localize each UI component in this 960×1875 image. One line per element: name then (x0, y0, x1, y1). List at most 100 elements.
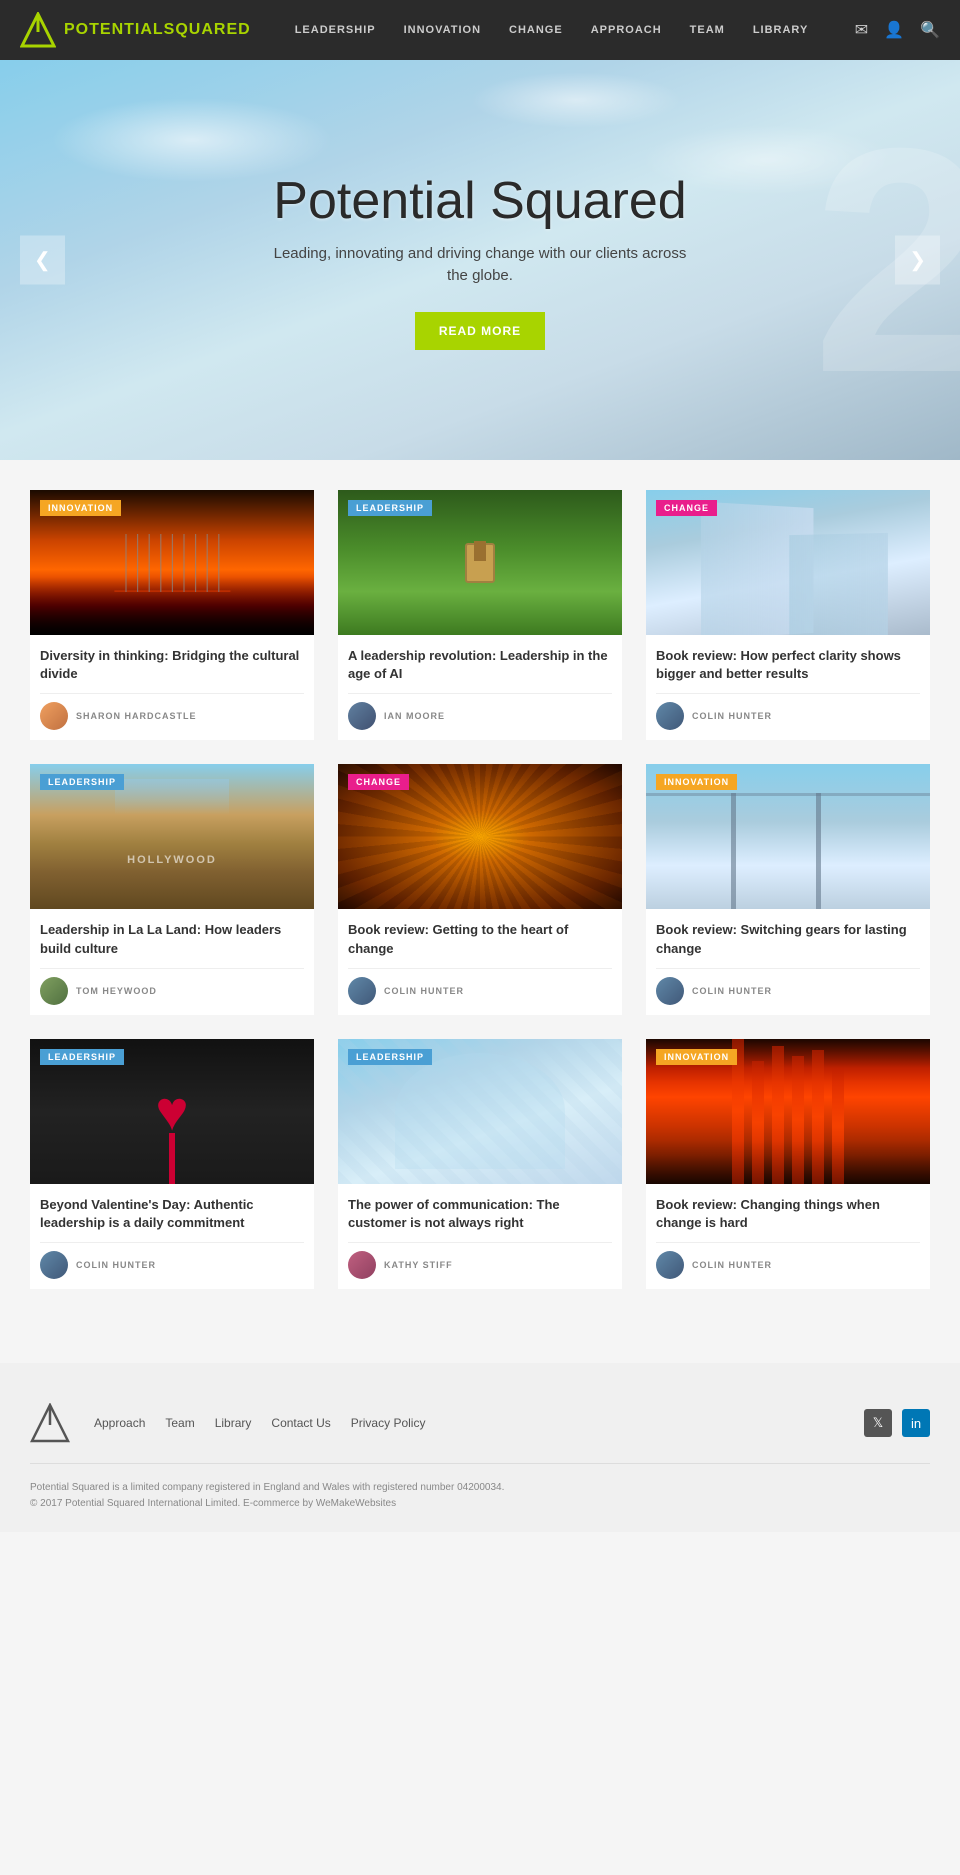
card-8-author: KATHY STIFF (348, 1242, 612, 1279)
card-3[interactable]: CHANGE Book review: How perfect clarity … (646, 490, 930, 740)
card-7-tag: LEADERSHIP (40, 1049, 124, 1065)
search-icon[interactable]: 🔍 (920, 20, 940, 40)
nav-link-team[interactable]: TEAM (676, 4, 739, 56)
card-9-title: Book review: Changing things when change… (656, 1196, 920, 1232)
cards-row-1: INNOVATION Diversity in thinking: Bridgi… (30, 490, 930, 740)
card-6[interactable]: INNOVATION Book review: Switching gears … (646, 764, 930, 1014)
card-2-author-name: IAN MOORE (384, 711, 445, 721)
card-6-author-name: COLIN HUNTER (692, 986, 772, 996)
card-8-tag: LEADERSHIP (348, 1049, 432, 1065)
hero-title: Potential Squared (270, 171, 690, 231)
footer-link-approach[interactable]: Approach (94, 1416, 145, 1430)
hero-content: Potential Squared Leading, innovating an… (270, 171, 690, 350)
footer-link-privacy[interactable]: Privacy Policy (351, 1416, 426, 1430)
nav-links: LEADERSHIP INNOVATION CHANGE APPROACH TE… (281, 4, 855, 56)
nav-icons: ✉ 👤 🔍 (855, 20, 940, 40)
card-5[interactable]: CHANGE Book review: Getting to the heart… (338, 764, 622, 1014)
logo-text: POTENTIALSQUARED (64, 21, 251, 39)
card-1-tag: INNOVATION (40, 500, 121, 516)
nav-link-library[interactable]: LIBRARY (739, 4, 822, 56)
footer-social: 𝕏 in (864, 1409, 930, 1437)
card-9-tag: INNOVATION (656, 1049, 737, 1065)
card-3-author: COLIN HUNTER (656, 693, 920, 730)
card-1-author: SHARON HARDCASTLE (40, 693, 304, 730)
card-4-title: Leadership in La La Land: How leaders bu… (40, 921, 304, 957)
nav-link-innovation[interactable]: INNOVATION (390, 4, 495, 56)
footer-divider (30, 1463, 930, 1464)
mail-icon[interactable]: ✉ (855, 20, 868, 40)
card-3-title: Book review: How perfect clarity shows b… (656, 647, 920, 683)
card-8-image: LEADERSHIP (338, 1039, 622, 1184)
footer: Approach Team Library Contact Us Privacy… (0, 1363, 960, 1532)
cards-row-3: ♥ LEADERSHIP Beyond Valentine's Day: Aut… (30, 1039, 930, 1289)
card-7-body: Beyond Valentine's Day: Authentic leader… (30, 1184, 314, 1289)
card-5-body: Book review: Getting to the heart of cha… (338, 909, 622, 1014)
logo-icon (20, 12, 56, 48)
card-2-title: A leadership revolution: Leadership in t… (348, 647, 612, 683)
card-1-title: Diversity in thinking: Bridging the cult… (40, 647, 304, 683)
card-3-author-name: COLIN HUNTER (692, 711, 772, 721)
footer-copyright-1: Potential Squared is a limited company r… (30, 1480, 930, 1496)
nav-link-approach[interactable]: APPROACH (577, 4, 676, 56)
nav-link-change[interactable]: CHANGE (495, 4, 577, 56)
navigation: POTENTIALSQUARED LEADERSHIP INNOVATION C… (0, 0, 960, 60)
footer-logo-icon (30, 1403, 70, 1443)
card-4[interactable]: HOLLYWOOD LEADERSHIP Leadership in La La… (30, 764, 314, 1014)
card-2-body: A leadership revolution: Leadership in t… (338, 635, 622, 740)
card-9-author: COLIN HUNTER (656, 1242, 920, 1279)
card-2-tag: LEADERSHIP (348, 500, 432, 516)
nav-link-leadership[interactable]: LEADERSHIP (281, 4, 390, 56)
card-4-avatar (40, 977, 68, 1005)
content-section: INNOVATION Diversity in thinking: Bridgi… (0, 490, 960, 1353)
card-8-author-name: KATHY STIFF (384, 1260, 453, 1270)
card-5-title: Book review: Getting to the heart of cha… (348, 921, 612, 957)
card-9-body: Book review: Changing things when change… (646, 1184, 930, 1289)
footer-link-team[interactable]: Team (165, 1416, 194, 1430)
card-1-avatar (40, 702, 68, 730)
hero-subtitle: Leading, innovating and driving change w… (270, 243, 690, 288)
footer-links: Approach Team Library Contact Us Privacy… (94, 1416, 840, 1430)
card-3-tag: CHANGE (656, 500, 717, 516)
card-6-author: COLIN HUNTER (656, 968, 920, 1005)
hero-cta-button[interactable]: READ MORE (415, 312, 545, 350)
footer-top: Approach Team Library Contact Us Privacy… (30, 1403, 930, 1443)
user-icon[interactable]: 👤 (884, 20, 904, 40)
card-9-avatar (656, 1251, 684, 1279)
card-3-image: CHANGE (646, 490, 930, 635)
card-7-author-name: COLIN HUNTER (76, 1260, 156, 1270)
card-1-body: Diversity in thinking: Bridging the cult… (30, 635, 314, 740)
card-2[interactable]: LEADERSHIP A leadership revolution: Lead… (338, 490, 622, 740)
hero-prev-button[interactable]: ❮ (20, 236, 65, 285)
card-5-avatar (348, 977, 376, 1005)
card-4-author: TOM HEYWOOD (40, 968, 304, 1005)
card-8-title: The power of communication: The customer… (348, 1196, 612, 1232)
card-1[interactable]: INNOVATION Diversity in thinking: Bridgi… (30, 490, 314, 740)
card-9[interactable]: INNOVATION Book review: Changing things … (646, 1039, 930, 1289)
card-8-body: The power of communication: The customer… (338, 1184, 622, 1289)
card-8[interactable]: LEADERSHIP The power of communication: T… (338, 1039, 622, 1289)
linkedin-icon[interactable]: in (902, 1409, 930, 1437)
card-4-body: Leadership in La La Land: How leaders bu… (30, 909, 314, 1014)
hero-next-button[interactable]: ❯ (895, 236, 940, 285)
card-5-tag: CHANGE (348, 774, 409, 790)
twitter-icon[interactable]: 𝕏 (864, 1409, 892, 1437)
card-6-avatar (656, 977, 684, 1005)
card-9-image: INNOVATION (646, 1039, 930, 1184)
footer-link-library[interactable]: Library (215, 1416, 252, 1430)
card-5-author: COLIN HUNTER (348, 968, 612, 1005)
card-1-image: INNOVATION (30, 490, 314, 635)
footer-copyright-2: © 2017 Potential Squared International L… (30, 1496, 930, 1512)
card-7[interactable]: ♥ LEADERSHIP Beyond Valentine's Day: Aut… (30, 1039, 314, 1289)
card-6-image: INNOVATION (646, 764, 930, 909)
card-7-title: Beyond Valentine's Day: Authentic leader… (40, 1196, 304, 1232)
card-4-image: HOLLYWOOD LEADERSHIP (30, 764, 314, 909)
footer-link-contact[interactable]: Contact Us (271, 1416, 330, 1430)
card-6-title: Book review: Switching gears for lasting… (656, 921, 920, 957)
nav-logo[interactable]: POTENTIALSQUARED (20, 12, 251, 48)
card-3-body: Book review: How perfect clarity shows b… (646, 635, 930, 740)
card-2-avatar (348, 702, 376, 730)
card-4-tag: LEADERSHIP (40, 774, 124, 790)
card-7-image: ♥ LEADERSHIP (30, 1039, 314, 1184)
card-5-author-name: COLIN HUNTER (384, 986, 464, 996)
card-6-body: Book review: Switching gears for lasting… (646, 909, 930, 1014)
